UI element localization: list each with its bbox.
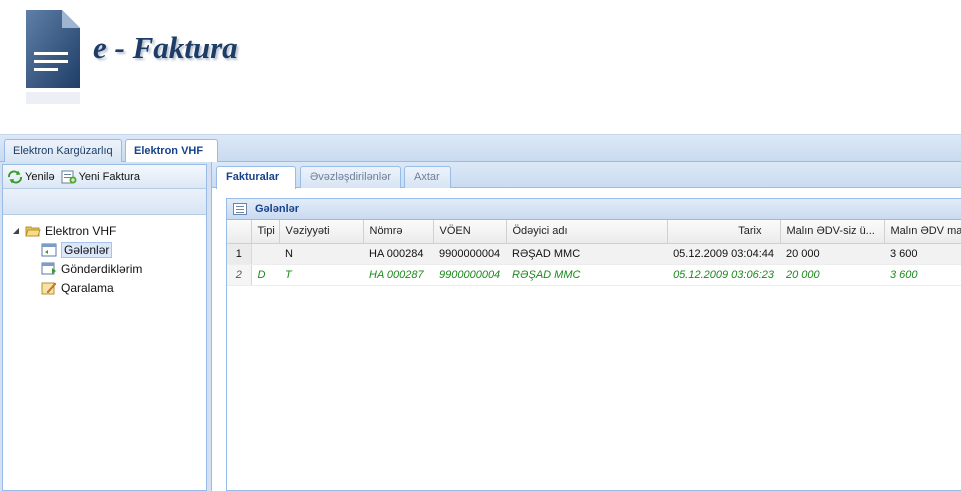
column-header-tipi[interactable]: Tipi [251, 220, 280, 244]
table-row[interactable]: 2 D T HA 000287 9900000004 RƏŞAD MMC 05.… [227, 264, 961, 286]
column-header-tarix[interactable]: Tarix [667, 220, 781, 244]
main-tab-strip: Elektron Kargüzarlıq Elektron VHF [0, 134, 961, 164]
app-title: e - Faktura [93, 30, 238, 65]
cell-malin-edv: 3 600 [884, 243, 961, 265]
tree-item-label: Göndərdiklərim [61, 261, 143, 276]
tab-elektron-karguzarliq[interactable]: Elektron Kargüzarlıq [4, 139, 122, 163]
invoice-grid: Gələnlər Tipi Vəziyyəti Nömrə VÖEN Ödəyi… [226, 198, 961, 491]
column-header-veziyyeti[interactable]: Vəziyyəti [279, 220, 364, 244]
tab-fakturalar[interactable]: Fakturalar [216, 166, 296, 189]
column-header-odeyici-adi[interactable]: Ödəyici adı [506, 220, 668, 244]
row-number: 1 [227, 243, 252, 265]
collapse-arrow-icon[interactable]: ◢ [11, 226, 21, 235]
outbox-icon [41, 262, 56, 274]
refresh-label: Yenilə [25, 170, 55, 183]
column-header-malin-edv[interactable]: Malın ƏDV ma [884, 220, 961, 244]
tree-item-qaralama[interactable]: Qaralama [3, 278, 206, 297]
cell-malin-edvsiz: 20 000 [780, 243, 884, 265]
left-toolbar: Yenilə Yeni Faktura [3, 165, 206, 189]
tree-item-label: Gələnlər [61, 241, 113, 258]
draft-icon [41, 282, 57, 294]
table-row[interactable]: 1 N HA 000284 9900000004 RƏŞAD MMC 05.12… [227, 243, 961, 265]
workspace: Yenilə Yeni Faktura ◢ Elektron VHF Gələn… [0, 162, 961, 491]
new-document-icon [61, 170, 77, 183]
cell-odeyici-adi: RƏŞAD MMC [506, 264, 667, 286]
refresh-button[interactable]: Yenilə [7, 169, 55, 184]
cell-malin-edv: 3 600 [884, 264, 961, 286]
cell-voen: 9900000004 [433, 243, 506, 265]
tree-root-label: Elektron VHF [45, 223, 117, 238]
grid-list-icon [233, 203, 247, 215]
inbox-icon [41, 243, 57, 256]
cell-odeyici-adi: RƏŞAD MMC [506, 243, 667, 265]
new-invoice-label: Yeni Faktura [78, 170, 140, 183]
cell-nomre: HA 000284 [363, 243, 433, 265]
cell-voen: 9900000004 [433, 264, 506, 286]
table-header-row: Tipi Vəziyyəti Nömrə VÖEN Ödəyici adı Ta… [227, 220, 961, 244]
cell-tarix: 05.12.2009 03:06:23 [667, 264, 780, 286]
column-header-voen[interactable]: VÖEN [433, 220, 507, 244]
new-invoice-button[interactable]: Yeni Faktura [61, 170, 140, 184]
tab-elektron-vhf[interactable]: Elektron VHF [125, 139, 218, 164]
tree-item-label: Qaralama [61, 280, 114, 295]
cell-nomre: HA 000287 [363, 264, 433, 286]
column-header-nomre[interactable]: Nömrə [363, 220, 434, 244]
grid-title: Gələnlər [255, 203, 300, 215]
cell-malin-edvsiz: 20 000 [780, 264, 884, 286]
sub-tab-strip: Fakturalar Əvəzləşdirilənlər Axtar [212, 162, 961, 189]
app-header: e - Faktura [0, 0, 961, 134]
document-logo-icon [26, 10, 80, 104]
invoice-table: Tipi Vəziyyəti Nömrə VÖEN Ödəyici adı Ta… [227, 220, 961, 286]
cell-tipi: D [251, 264, 279, 286]
refresh-icon [8, 169, 22, 184]
cell-veziyyeti: T [279, 264, 363, 286]
open-folder-icon [25, 226, 41, 236]
cell-tarix: 05.12.2009 03:04:44 [667, 243, 780, 265]
grid-title-bar: Gələnlər [227, 199, 961, 220]
left-panel-band [3, 189, 206, 215]
column-header-rownum[interactable] [227, 220, 252, 244]
row-number: 2 [227, 264, 252, 286]
tab-evezlesdirilenler[interactable]: Əvəzləşdirilənlər [300, 166, 401, 188]
tree-item-gonderdiklerim[interactable]: Göndərdiklərim [3, 259, 206, 278]
tree-root-elektron-vhf[interactable]: ◢ Elektron VHF [3, 221, 206, 240]
cell-veziyyeti: N [279, 243, 363, 265]
tree-item-gelenler[interactable]: Gələnlər [3, 240, 206, 259]
column-header-malin-edvsiz[interactable]: Malın ƏDV-siz ü... [780, 220, 885, 244]
content-panel: Fakturalar Əvəzləşdirilənlər Axtar Gələn… [211, 162, 961, 491]
navigation-panel: Yenilə Yeni Faktura ◢ Elektron VHF Gələn… [2, 164, 207, 491]
folder-tree: ◢ Elektron VHF Gələnlər Göndərdiklərim Q… [3, 215, 206, 297]
cell-tipi [251, 243, 279, 265]
tab-axtar[interactable]: Axtar [404, 166, 451, 188]
